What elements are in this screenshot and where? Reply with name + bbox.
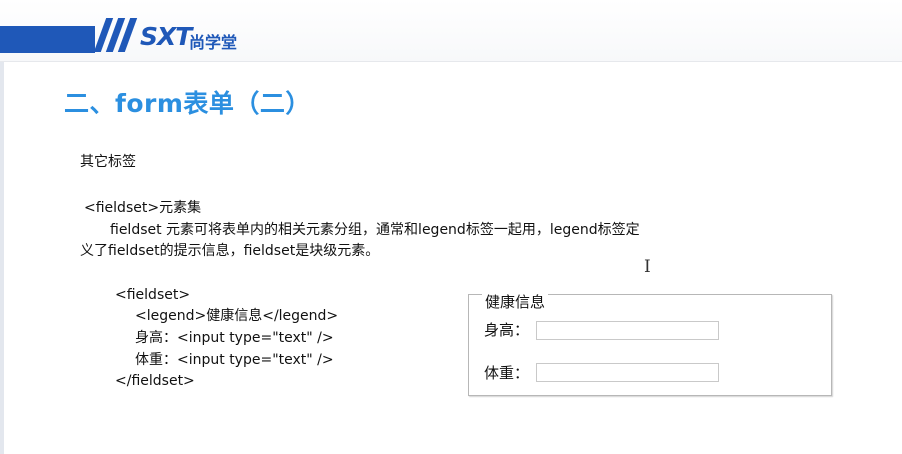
element-heading: <fieldset>元素集	[84, 200, 202, 216]
header-divider	[0, 61, 902, 62]
section-heading: 其它标签	[80, 154, 136, 170]
window-edge-strip	[0, 0, 4, 454]
brand-color-bar	[0, 26, 95, 53]
height-input[interactable]	[536, 321, 719, 340]
code-line: 体重：<input type="text" />	[135, 352, 334, 368]
code-line: 身高：<input type="text" />	[135, 330, 334, 346]
logo-chinese-name: 尚学堂	[189, 33, 238, 52]
text-cursor-icon: I	[644, 257, 651, 277]
description-line-2: 义了fieldset的提示信息，fieldset是块级元素。	[80, 243, 380, 259]
weight-label: 体重：	[484, 364, 530, 382]
weight-input[interactable]	[536, 363, 719, 382]
slide-title: 二、form表单（二）	[64, 89, 311, 118]
code-line: <fieldset>	[115, 287, 191, 303]
description-line-1: fieldset 元素可将表单内的相关元素分组，通常和legend标签一起用，l…	[110, 222, 640, 238]
height-label: 身高：	[484, 321, 530, 339]
slide-header: SXT 尚学堂	[0, 0, 902, 62]
demo-legend: 健康信息	[482, 292, 549, 312]
code-line: <legend>健康信息</legend>	[135, 308, 339, 324]
logo-text: SXT	[140, 22, 192, 51]
code-line: </fieldset>	[115, 373, 195, 389]
